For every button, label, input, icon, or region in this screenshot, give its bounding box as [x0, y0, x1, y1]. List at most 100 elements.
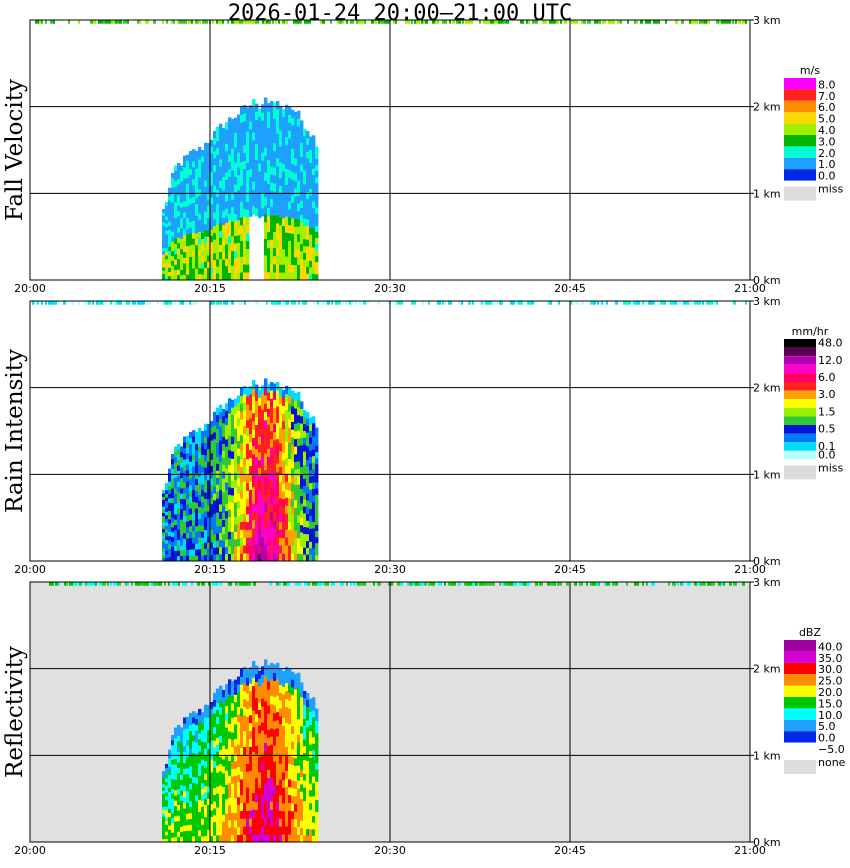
radar-cell — [165, 553, 169, 558]
radar-cell — [270, 520, 274, 529]
radar-cell — [294, 461, 298, 470]
radar-cell — [291, 679, 295, 688]
radar-cell — [246, 138, 250, 148]
radar-cell — [294, 272, 298, 281]
radar-cell — [240, 818, 244, 827]
radar-cell — [216, 154, 220, 162]
radar-cell — [198, 446, 202, 453]
radar-cell — [270, 776, 274, 786]
radar-cell — [252, 702, 256, 711]
radar-cell — [213, 164, 217, 172]
radar-cell — [306, 266, 310, 274]
radar-cell — [192, 232, 196, 239]
radar-cell — [204, 717, 208, 724]
radar-cell — [180, 764, 184, 770]
radar-cell — [264, 263, 268, 273]
radar-cell — [285, 441, 289, 450]
radar-cell — [186, 813, 190, 820]
radar-cell — [186, 504, 190, 511]
radar-cell — [201, 812, 205, 819]
radar-cell — [231, 717, 235, 726]
radar-cell — [204, 536, 208, 543]
radar-cell — [180, 264, 184, 270]
radar-cell — [288, 708, 292, 717]
radar-cell — [264, 411, 268, 421]
radar-cell — [294, 826, 298, 835]
radar-cell — [234, 701, 238, 710]
radar-cell — [222, 752, 226, 760]
radar-cell — [246, 404, 250, 413]
radar-cell — [267, 408, 271, 417]
radar-cell — [294, 142, 298, 151]
radar-cell — [177, 253, 181, 260]
radar-cell — [264, 676, 268, 685]
radar-cell — [294, 188, 298, 197]
legend-miss-label: miss — [818, 461, 844, 474]
radar-cell — [288, 498, 292, 507]
radar-cell — [186, 183, 190, 190]
radar-cell — [249, 208, 253, 217]
radar-cell — [282, 834, 286, 843]
radar-cell — [297, 141, 301, 150]
radar-cell — [297, 430, 301, 439]
radar-cell — [201, 203, 205, 210]
radar-cell — [270, 231, 274, 240]
radar-cell — [276, 190, 280, 199]
radar-cell — [204, 461, 208, 468]
radar-cell — [237, 729, 241, 738]
radar-cell — [291, 406, 295, 415]
radar-cell — [303, 533, 307, 541]
radar-cell — [171, 832, 175, 838]
radar-cell — [225, 806, 229, 814]
radar-cell — [213, 432, 217, 440]
radar-cell — [198, 452, 202, 459]
radar-cell — [315, 726, 319, 734]
radar-cell — [201, 507, 205, 515]
radar-cell — [312, 501, 316, 509]
radar-cell — [192, 735, 196, 742]
radar-cell — [210, 484, 214, 492]
radar-cell — [189, 233, 193, 240]
radar-cell — [291, 687, 295, 696]
legend-label: −5.0 — [818, 743, 845, 756]
radar-cell — [303, 807, 307, 815]
radar-cell — [174, 201, 178, 208]
radar-cell — [252, 156, 256, 166]
radar-cell — [288, 826, 292, 835]
radar-cell — [222, 231, 226, 239]
radar-cell — [255, 127, 259, 136]
radar-cell — [240, 217, 244, 226]
radar-cell — [204, 454, 208, 462]
radar-cell — [222, 183, 226, 191]
radar-cell — [255, 785, 259, 795]
radar-cell — [258, 764, 262, 773]
radar-cell — [210, 791, 214, 798]
x-tick-label: 21:00 — [734, 844, 766, 857]
radar-cell — [315, 476, 319, 483]
radar-cell — [195, 233, 199, 240]
radar-cell — [276, 422, 280, 432]
radar-cell — [228, 435, 232, 443]
radar-cell — [195, 274, 199, 281]
radar-cell — [228, 775, 232, 784]
radar-cell — [285, 513, 289, 522]
radar-cell — [243, 529, 247, 538]
radar-cell — [273, 134, 277, 144]
radar-cell — [264, 684, 268, 693]
legend-swatch — [784, 123, 816, 135]
radar-cell — [210, 146, 214, 154]
radar-cell — [276, 487, 280, 497]
radar-cell — [174, 181, 178, 187]
radar-cell — [258, 124, 262, 133]
radar-cell — [171, 463, 175, 469]
radar-cell — [312, 528, 316, 536]
radar-cell — [279, 232, 283, 242]
radar-cell — [309, 208, 313, 216]
radar-cell — [201, 232, 205, 239]
radar-cell — [228, 805, 232, 813]
radar-cell — [294, 264, 298, 273]
radar-cell — [210, 203, 214, 211]
radar-cell — [288, 177, 292, 186]
radar-cell — [234, 257, 238, 266]
radar-cell — [162, 212, 166, 216]
